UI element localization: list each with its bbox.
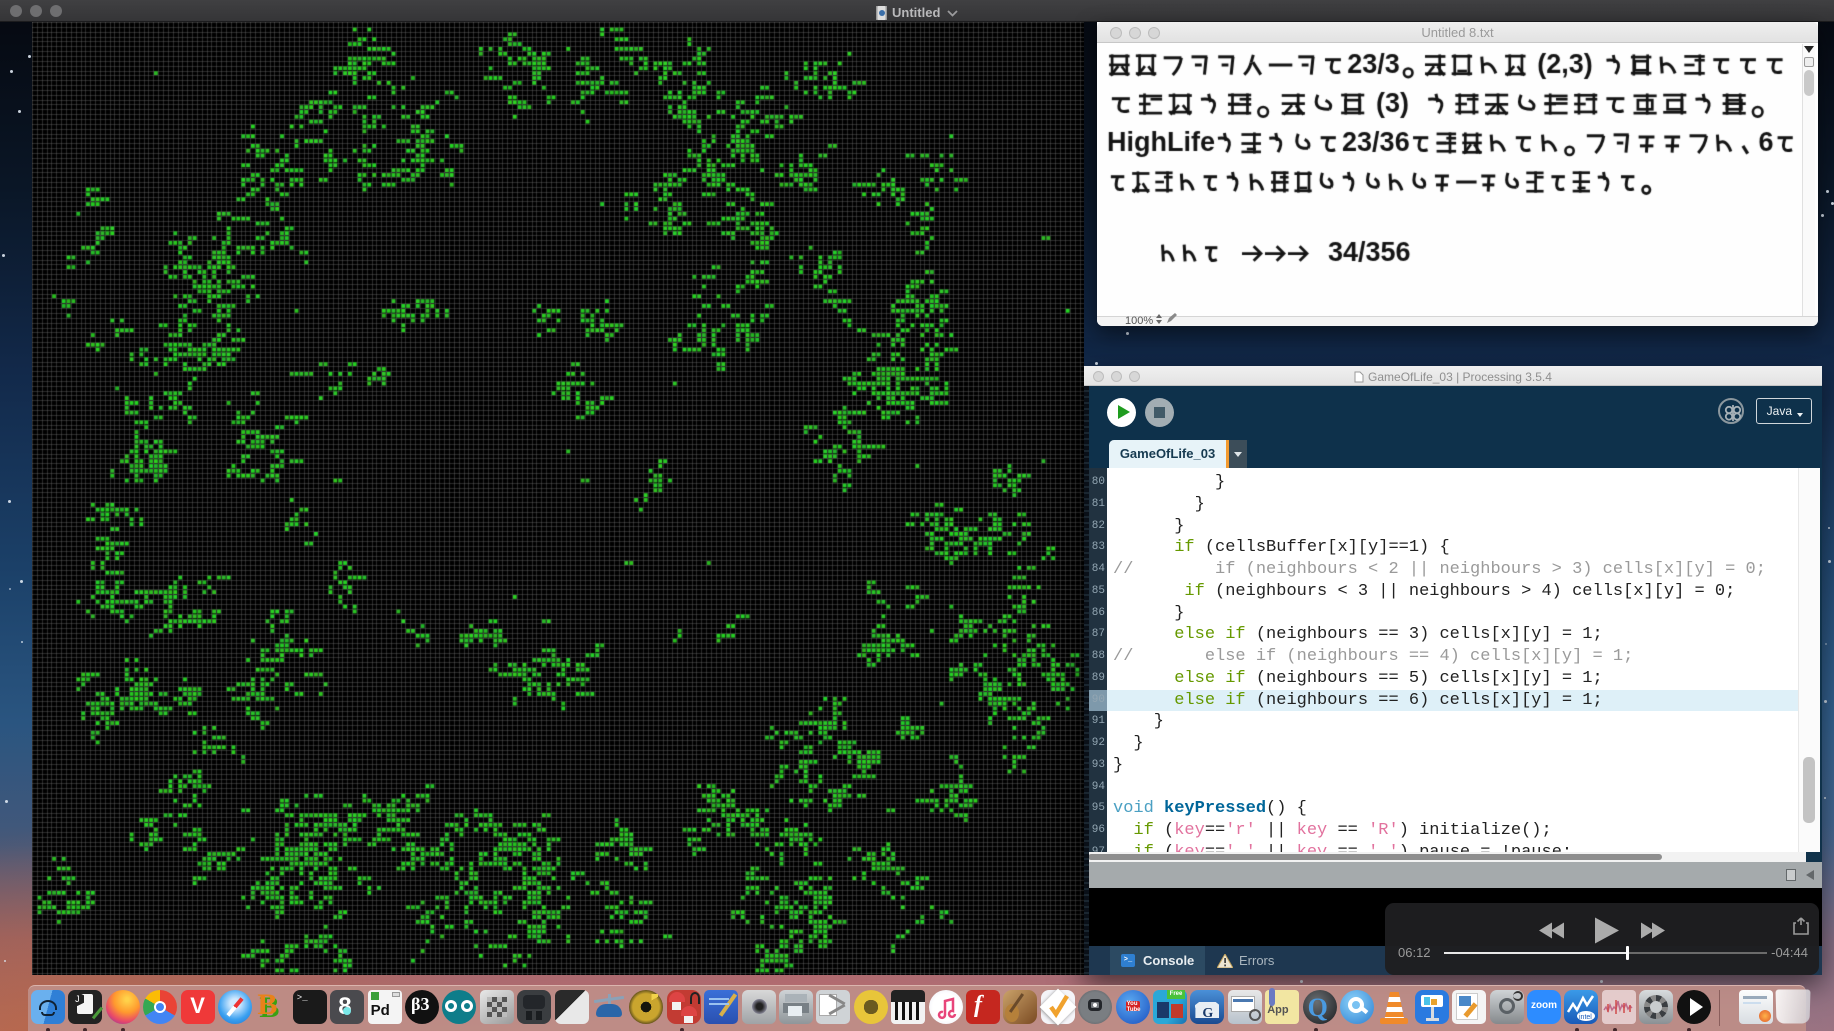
svg-text:intel: intel [1579, 1014, 1592, 1021]
